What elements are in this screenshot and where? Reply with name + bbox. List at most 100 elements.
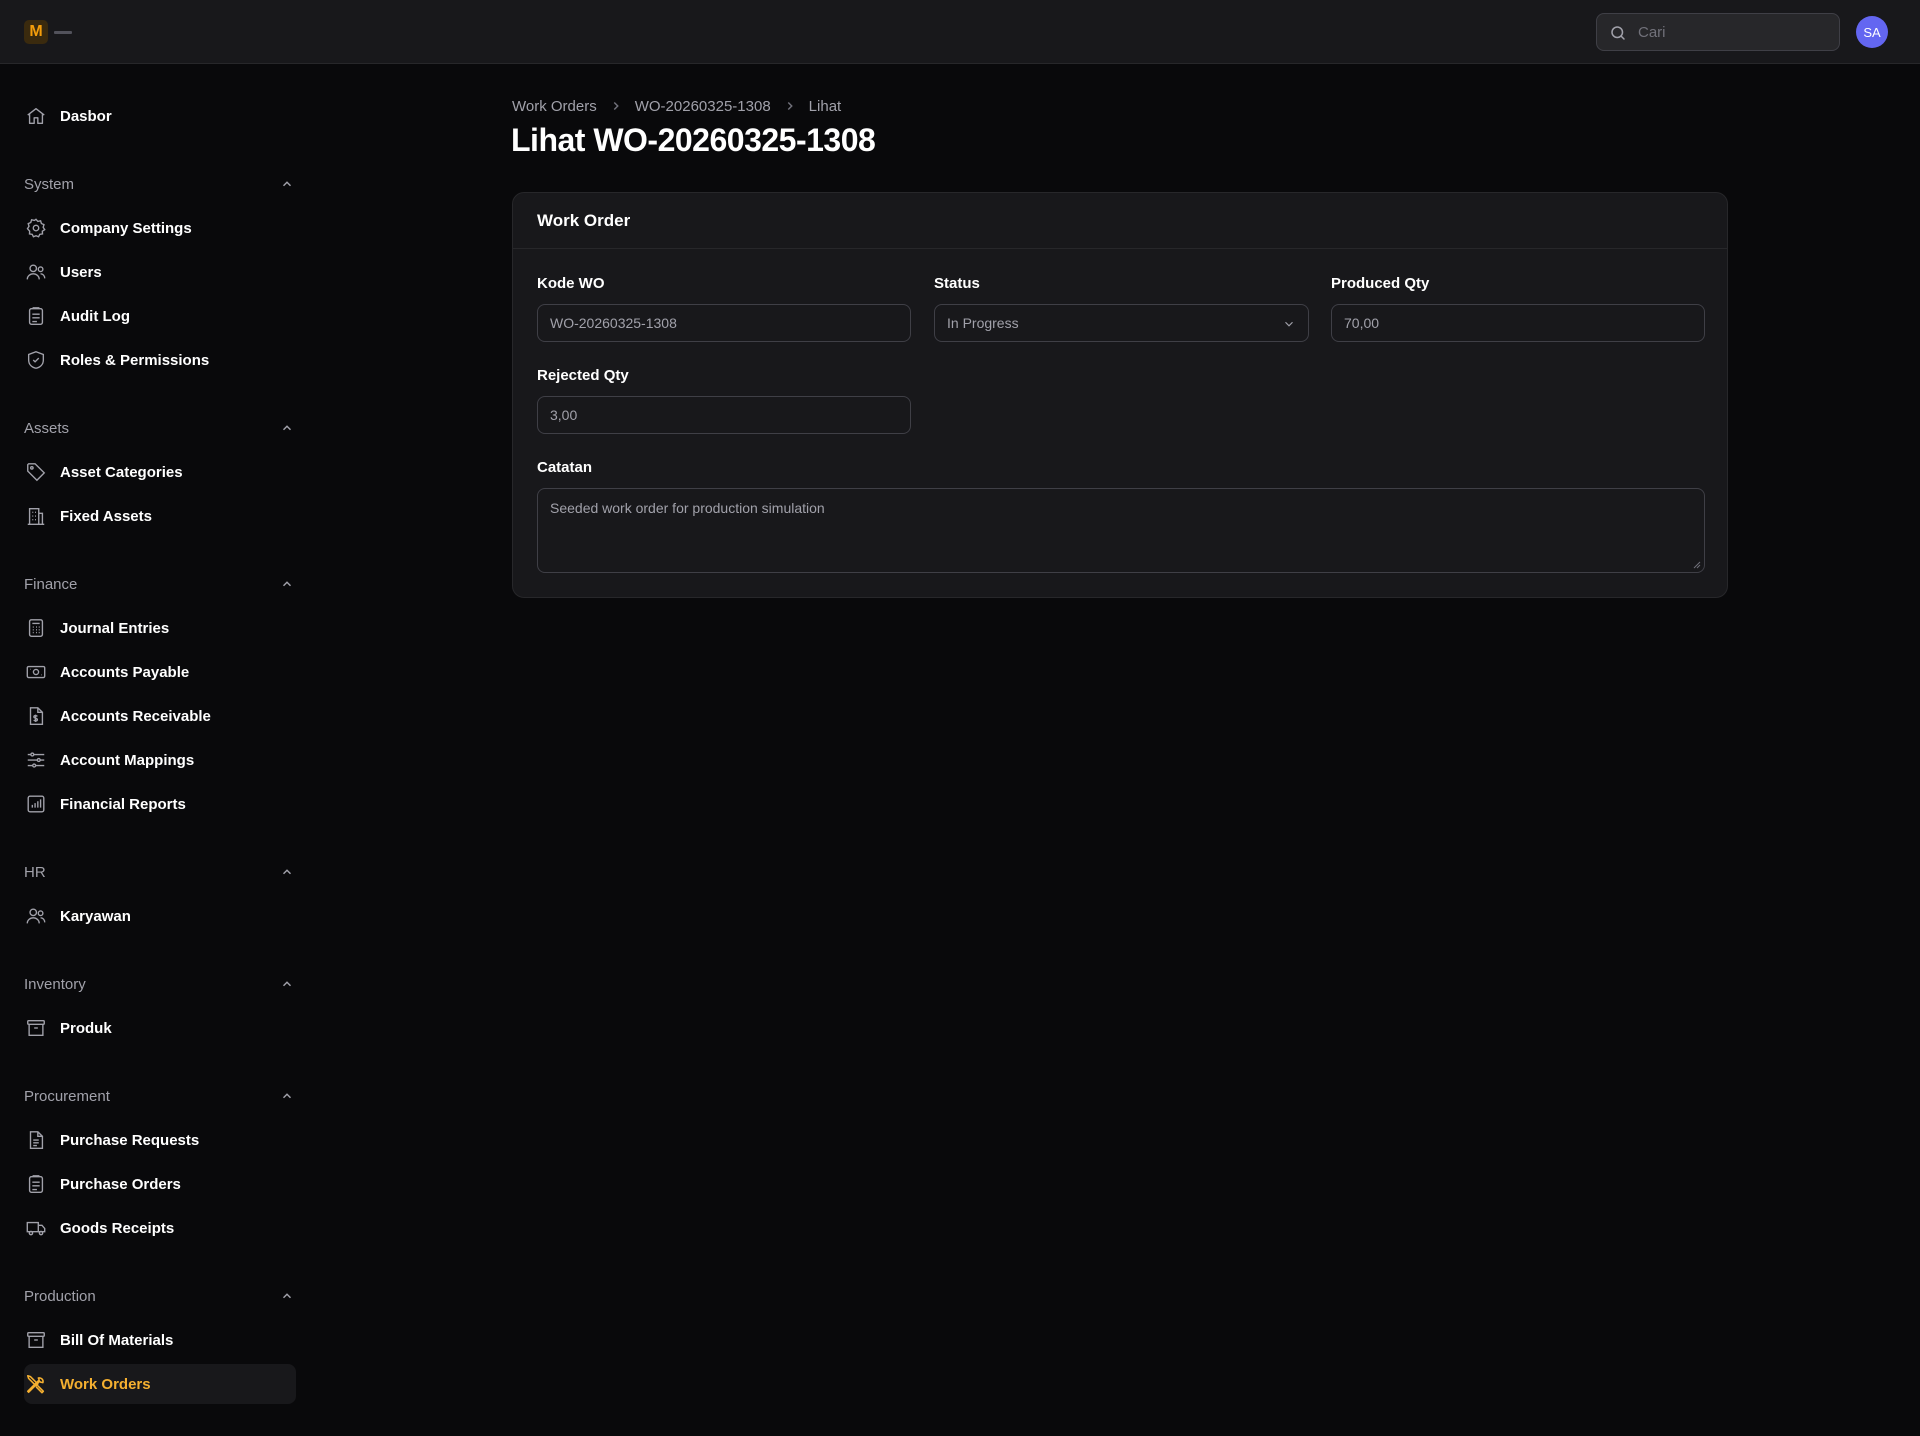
status-select[interactable]: In Progress	[934, 304, 1309, 342]
sidebar-item-label: Roles & Permissions	[60, 351, 210, 369]
gear-icon	[25, 217, 47, 239]
kode-wo-value: WO-20260325-1308	[550, 315, 677, 331]
sidebar-item-roles-permissions[interactable]: Roles & Permissions	[24, 340, 296, 380]
sidebar-item-accounts-payable[interactable]: Accounts Payable	[24, 652, 296, 692]
sidebar-item-label: Purchase Orders	[60, 1175, 181, 1193]
chevron-up-icon	[282, 425, 292, 431]
tag-icon	[25, 461, 47, 483]
sidebar-item-purchase-orders[interactable]: Purchase Orders	[24, 1164, 296, 1204]
wrench-screwdriver-icon	[25, 1373, 47, 1395]
sidebar-item-label: Company Settings	[60, 219, 192, 237]
avatar[interactable]: SA	[1856, 16, 1888, 48]
group-assets[interactable]: Assets	[24, 416, 296, 440]
catatan-value: Seeded work order for production simulat…	[550, 500, 825, 516]
work-order-card: Work Order Kode WO WO-20260325-1308 Stat…	[512, 192, 1728, 598]
banknotes-icon	[25, 661, 47, 683]
sidebar-item-label: Users	[60, 263, 102, 281]
sidebar-item-label: Audit Log	[60, 307, 130, 325]
sidebar-item-accounts-receivable[interactable]: Accounts Receivable	[24, 696, 296, 736]
home-icon	[25, 105, 47, 127]
page-title: Lihat WO-20260325-1308	[511, 122, 876, 158]
archive-box-icon	[25, 1017, 47, 1039]
sidebar-item-label: Karyawan	[60, 907, 131, 925]
group-title: Production	[24, 1287, 96, 1305]
rejected-qty-value: 3,00	[550, 407, 578, 423]
sidebar-item-label: Journal Entries	[60, 619, 170, 637]
card-title: Work Order	[513, 193, 1727, 249]
group-production[interactable]: Production	[24, 1284, 296, 1308]
sidebar-item-purchase-requests[interactable]: Purchase Requests	[24, 1120, 296, 1160]
chevron-up-icon	[282, 1293, 292, 1299]
sidebar-item-label: Goods Receipts	[60, 1219, 175, 1237]
sidebar-item-bill-of-materials[interactable]: Bill Of Materials	[24, 1320, 296, 1360]
sidebar-item-asset-categories[interactable]: Asset Categories	[24, 452, 296, 492]
produced-qty-field[interactable]: 70,00	[1331, 304, 1705, 342]
status-value: In Progress	[947, 315, 1019, 331]
chevron-right-icon	[787, 101, 793, 111]
rejected-qty-label: Rejected Qty	[537, 367, 629, 384]
produced-qty-label: Produced Qty	[1331, 275, 1430, 292]
sidebar-item-label: Fixed Assets	[60, 507, 152, 525]
sidebar-item-label: Dasbor	[60, 107, 112, 125]
kode-wo-field[interactable]: WO-20260325-1308	[537, 304, 911, 342]
group-hr[interactable]: HR	[24, 860, 296, 884]
group-title: Procurement	[24, 1087, 110, 1105]
status-label: Status	[934, 275, 980, 292]
chevron-up-icon	[282, 981, 292, 987]
resize-handle-icon[interactable]	[1693, 561, 1701, 569]
chart-bar-icon	[25, 793, 47, 815]
group-inventory[interactable]: Inventory	[24, 972, 296, 996]
sidebar-item-label: Account Mappings	[60, 751, 195, 769]
catatan-label: Catatan	[537, 459, 593, 476]
group-procurement[interactable]: Procurement	[24, 1084, 296, 1108]
chevron-up-icon	[282, 581, 292, 587]
sidebar-item-users[interactable]: Users	[24, 252, 296, 292]
chevron-down-icon	[1285, 321, 1293, 327]
group-finance[interactable]: Finance	[24, 572, 296, 596]
calculator-icon	[25, 617, 47, 639]
catatan-textarea[interactable]: Seeded work order for production simulat…	[537, 488, 1705, 573]
group-title: HR	[24, 863, 46, 881]
archive-box-icon	[25, 1329, 47, 1351]
sidebar-item-karyawan[interactable]: Karyawan	[24, 896, 296, 936]
sidebar-item-dasbor[interactable]: Dasbor	[24, 96, 296, 136]
sidebar-item-audit-log[interactable]: Audit Log	[24, 296, 296, 336]
search-placeholder: Cari	[1638, 24, 1666, 41]
sidebar-item-produk[interactable]: Produk	[24, 1008, 296, 1048]
chevron-right-icon	[613, 101, 619, 111]
group-system[interactable]: System	[24, 172, 296, 196]
sidebar-item-label: Accounts Receivable	[60, 707, 211, 725]
produced-qty-value: 70,00	[1344, 315, 1380, 331]
sidebar-item-label: Purchase Requests	[60, 1131, 200, 1149]
chevron-up-icon	[282, 181, 292, 187]
search-input[interactable]: Cari	[1596, 13, 1840, 51]
truck-icon	[25, 1217, 47, 1239]
clipboard-icon	[25, 1173, 47, 1195]
users-icon	[25, 905, 47, 927]
group-title: Inventory	[24, 975, 86, 993]
search-icon	[1611, 26, 1625, 40]
sidebar-item-label: Produk	[60, 1019, 112, 1037]
app-logo[interactable]: M	[24, 20, 48, 44]
sidebar-item-work-orders[interactable]: Work Orders	[24, 1364, 296, 1404]
sidebar-item-financial-reports[interactable]: Financial Reports	[24, 784, 296, 824]
kode-wo-label: Kode WO	[537, 275, 605, 292]
sidebar-item-label: Financial Reports	[60, 795, 186, 813]
breadcrumb-item-work-orders[interactable]: Work Orders	[512, 98, 597, 115]
group-title: Assets	[24, 419, 70, 437]
breadcrumb-item-record[interactable]: WO-20260325-1308	[635, 98, 771, 115]
building-icon	[25, 505, 47, 527]
document-text-icon	[25, 1129, 47, 1151]
sidebar-item-fixed-assets[interactable]: Fixed Assets	[24, 496, 296, 536]
rejected-qty-field[interactable]: 3,00	[537, 396, 911, 434]
sidebar-item-company-settings[interactable]: Company Settings	[24, 208, 296, 248]
sidebar-item-label: Asset Categories	[60, 463, 183, 481]
group-title: System	[24, 175, 75, 193]
adjustments-icon	[25, 749, 47, 771]
sidebar-item-goods-receipts[interactable]: Goods Receipts	[24, 1208, 296, 1248]
sidebar-item-label: Work Orders	[60, 1375, 151, 1393]
sidebar-item-journal-entries[interactable]: Journal Entries	[24, 608, 296, 648]
sidebar-item-account-mappings[interactable]: Account Mappings	[24, 740, 296, 780]
chevron-up-icon	[282, 1093, 292, 1099]
clipboard-icon	[25, 305, 47, 327]
